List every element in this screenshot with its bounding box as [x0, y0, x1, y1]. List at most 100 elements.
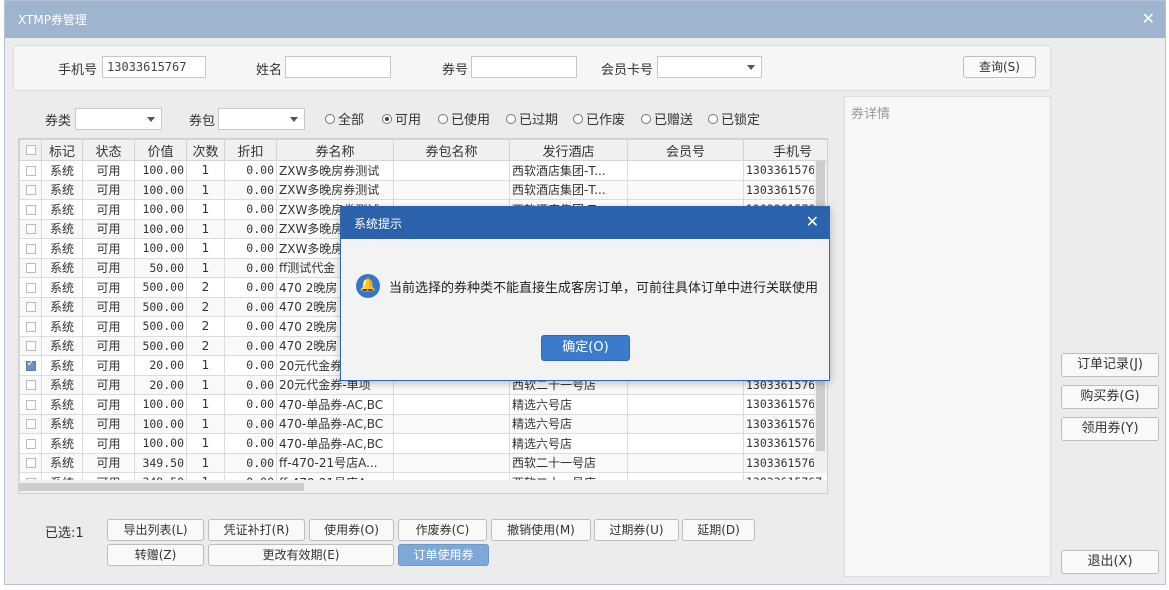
coupon-pack-select[interactable] [218, 108, 305, 130]
cell-status: 可用 [82, 277, 135, 298]
row-checkbox[interactable] [19, 394, 42, 415]
dialog-close-icon[interactable]: ✕ [806, 212, 819, 231]
cell-times: 1 [186, 199, 225, 220]
cell-times: 1 [186, 433, 225, 454]
row-checkbox[interactable] [19, 316, 42, 337]
table-row[interactable]: 系统可用349.5010.00ff-470-21号店A...西软二十一号店130… [19, 452, 827, 473]
cell-status: 可用 [82, 296, 135, 317]
table-row[interactable]: 系统可用100.0010.00ZXW多晚房券测试西软酒店集团-T...13033… [19, 179, 827, 200]
row-checkbox[interactable] [19, 355, 42, 376]
cell-times: 1 [186, 452, 225, 473]
transfer-button[interactable]: 转赠(Z) [107, 544, 204, 566]
reprint-voucher-button[interactable]: 凭证补打(R) [208, 519, 305, 541]
column-header[interactable]: 状态 [82, 139, 135, 161]
cell-hotel: 精选六号店 [509, 413, 628, 434]
checkbox [25, 282, 36, 293]
radio-gifted[interactable]: 已赠送 [641, 109, 693, 128]
scrollbar-thumb[interactable] [19, 483, 304, 491]
cell-status: 可用 [82, 316, 135, 337]
row-checkbox[interactable] [19, 199, 42, 220]
coupon-no-input[interactable] [471, 56, 577, 78]
cell-status: 可用 [82, 179, 135, 200]
cell-times: 1 [186, 394, 225, 415]
use-coupon-button[interactable]: 使用券(O) [309, 519, 394, 541]
name-input[interactable] [285, 56, 391, 78]
cell-pack [393, 413, 510, 434]
row-checkbox[interactable] [19, 238, 42, 259]
phone-input[interactable]: 13033615767 [102, 56, 206, 78]
row-checkbox[interactable] [19, 296, 42, 317]
radio-used[interactable]: 已使用 [438, 109, 490, 128]
cell-times: 1 [186, 374, 225, 395]
horizontal-scrollbar[interactable] [19, 480, 827, 493]
radio-locked[interactable]: 已锁定 [708, 109, 760, 128]
checkbox [25, 321, 36, 332]
checkbox [25, 458, 36, 469]
cell-name: ff-470-21号店A... [276, 452, 394, 473]
change-validity-button[interactable]: 更改有效期(E) [208, 544, 394, 566]
dialog-title-bar: 系统提示 ✕ [341, 207, 829, 239]
row-checkbox[interactable] [19, 335, 42, 356]
column-header[interactable]: 价值 [134, 139, 187, 161]
cell-mark: 系统 [41, 316, 83, 337]
row-checkbox[interactable] [19, 374, 42, 395]
claim-coupon-button[interactable]: 领用券(Y) [1061, 417, 1159, 441]
query-button[interactable]: 查询(S) [963, 56, 1036, 78]
row-checkbox[interactable] [19, 257, 42, 278]
column-header[interactable]: 券包名称 [393, 139, 510, 161]
cell-mark: 系统 [41, 413, 83, 434]
expire-coupon-button[interactable]: 过期券(U) [594, 519, 679, 541]
cell-value: 349.50 [134, 452, 187, 473]
member-card-select[interactable] [657, 56, 762, 78]
radio-expired[interactable]: 已过期 [506, 109, 558, 128]
column-header[interactable]: 券名称 [276, 139, 394, 161]
cell-status: 可用 [82, 374, 135, 395]
row-checkbox[interactable] [19, 218, 42, 239]
column-header[interactable]: 次数 [186, 139, 225, 161]
row-checkbox[interactable] [19, 452, 42, 473]
table-row[interactable]: 系统 可用 100.00 1 0.00 470-单品券-AC,BC 精选六号店 1303361… [19, 394, 827, 415]
cell-value: 100.00 [134, 238, 187, 259]
exit-button[interactable]: 退出(X) [1061, 550, 1159, 574]
radio-all[interactable]: 全部 [325, 109, 364, 128]
order-use-coupon-button[interactable]: 订单使用券 [398, 544, 489, 566]
column-header[interactable]: 发行酒店 [509, 139, 628, 161]
window-close-icon[interactable]: ✕ [1142, 9, 1155, 28]
cell-value: 100.00 [134, 199, 187, 220]
void-coupon-button[interactable]: 作废券(C) [398, 519, 487, 541]
row-checkbox[interactable] [19, 413, 42, 434]
column-header[interactable]: 会员号 [627, 139, 744, 161]
radio-circle [573, 113, 583, 124]
column-header[interactable]: 手机号 [743, 139, 827, 161]
row-checkbox[interactable] [19, 277, 42, 298]
buy-coupon-button[interactable]: 购买券(G) [1061, 385, 1159, 409]
row-checkbox[interactable] [19, 433, 42, 454]
cell-status: 可用 [82, 160, 135, 181]
cell-status: 可用 [82, 335, 135, 356]
select-all-checkbox[interactable] [19, 139, 42, 161]
cell-hotel: 精选六号店 [509, 433, 628, 454]
coupon-type-select[interactable] [75, 108, 162, 130]
ok-button[interactable]: 确定(O) [541, 335, 630, 361]
selected-count: 已选:1 [45, 526, 84, 541]
cancel-use-button[interactable]: 撤销使用(M) [491, 519, 591, 541]
order-record-button[interactable]: 订单记录(J) [1061, 353, 1159, 377]
row-checkbox[interactable] [19, 179, 42, 200]
export-list-button[interactable]: 导出列表(L) [107, 519, 204, 541]
cell-discount: 0.00 [224, 238, 277, 259]
bell-icon: 🔔 [356, 274, 380, 298]
cell-member [627, 160, 744, 181]
cell-status: 可用 [82, 452, 135, 473]
table-row[interactable]: 系统可用100.0010.00ZXW多晚房券测试西软酒店集团-T...13033… [19, 160, 827, 181]
row-checkbox[interactable] [19, 160, 42, 181]
column-header[interactable]: 折扣 [224, 139, 277, 161]
chevron-down-icon [290, 117, 298, 122]
cell-times: 2 [186, 316, 225, 337]
extend-button[interactable]: 延期(D) [682, 519, 755, 541]
radio-voided[interactable]: 已作废 [573, 109, 625, 128]
table-row[interactable]: 系统 可用 100.00 1 0.00 470-单品券-AC,BC 精选六号店 1303361… [19, 433, 827, 454]
radio-available[interactable]: 可用 [382, 109, 421, 128]
table-row[interactable]: 系统 可用 100.00 1 0.00 470-单品券-AC,BC 精选六号店 1303361… [19, 413, 827, 434]
chevron-down-icon [747, 65, 755, 70]
column-header[interactable]: 标记 [41, 139, 83, 161]
